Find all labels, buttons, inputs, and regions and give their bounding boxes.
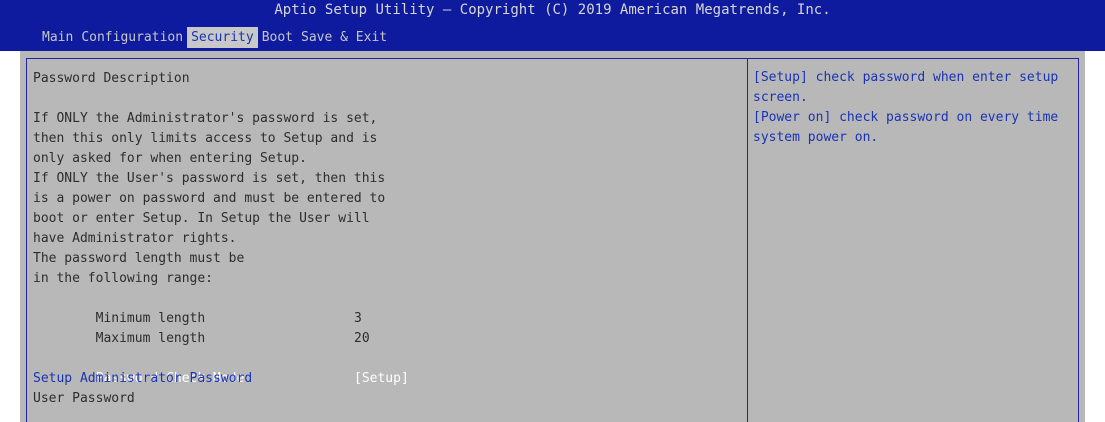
tab-boot[interactable]: Boot <box>258 27 297 48</box>
maximum-length-label: Maximum length <box>95 331 206 346</box>
description-line: then this only limits access to Setup an… <box>33 131 378 146</box>
help-line: [Power on] check password on every time <box>753 110 1059 125</box>
description-line: is a power on password and must be enter… <box>33 191 386 206</box>
header-bar: Aptio Setup Utility – Copyright (C) 2019… <box>0 0 1105 51</box>
help-panel: [Setup] check password when enter setup … <box>753 68 1083 148</box>
main-panel: Password Description If ONLY the Adminis… <box>20 51 1085 422</box>
description-line: boot or enter Setup. In Setup the User w… <box>33 211 370 226</box>
description-line: If ONLY the User's password is set, then… <box>33 171 386 186</box>
user-password-item[interactable]: User Password <box>33 389 733 409</box>
utility-title: Aptio Setup Utility – Copyright (C) 2019… <box>274 2 831 18</box>
settings-column: Password Description If ONLY the Adminis… <box>33 69 733 409</box>
minimum-length-label: Minimum length <box>95 311 206 326</box>
bios-setup-screen: Aptio Setup Utility – Copyright (C) 2019… <box>0 0 1105 422</box>
help-line: system power on. <box>753 130 879 145</box>
minimum-length-value: 3 <box>354 311 362 326</box>
password-check-mode-value[interactable]: [Setup] <box>354 369 409 389</box>
tab-main[interactable]: Main <box>38 27 77 48</box>
help-line: screen. <box>753 90 808 105</box>
minimum-length-row: Minimum length 3 <box>33 289 733 326</box>
help-line: [Setup] check password when enter setup <box>753 70 1059 85</box>
maximum-length-value: 20 <box>354 331 370 346</box>
tab-security[interactable]: Security <box>187 27 258 48</box>
tab-save-exit[interactable]: Save & Exit <box>297 27 391 48</box>
help-divider <box>747 58 748 422</box>
description-line: If ONLY the Administrator's password is … <box>33 111 378 126</box>
description-line: in the following range: <box>33 271 214 286</box>
description-line: have Administrator rights. <box>33 231 237 246</box>
password-check-mode-row[interactable]: Password Check Mode [Setup] <box>33 349 733 386</box>
menu-tabs: Main Configuration Security Boot Save & … <box>38 27 391 48</box>
description-line: only asked for when entering Setup. <box>33 151 307 166</box>
description-line: The password length must be <box>33 251 245 266</box>
tab-configuration[interactable]: Configuration <box>77 27 187 48</box>
password-description-heading: Password Description <box>33 71 190 86</box>
